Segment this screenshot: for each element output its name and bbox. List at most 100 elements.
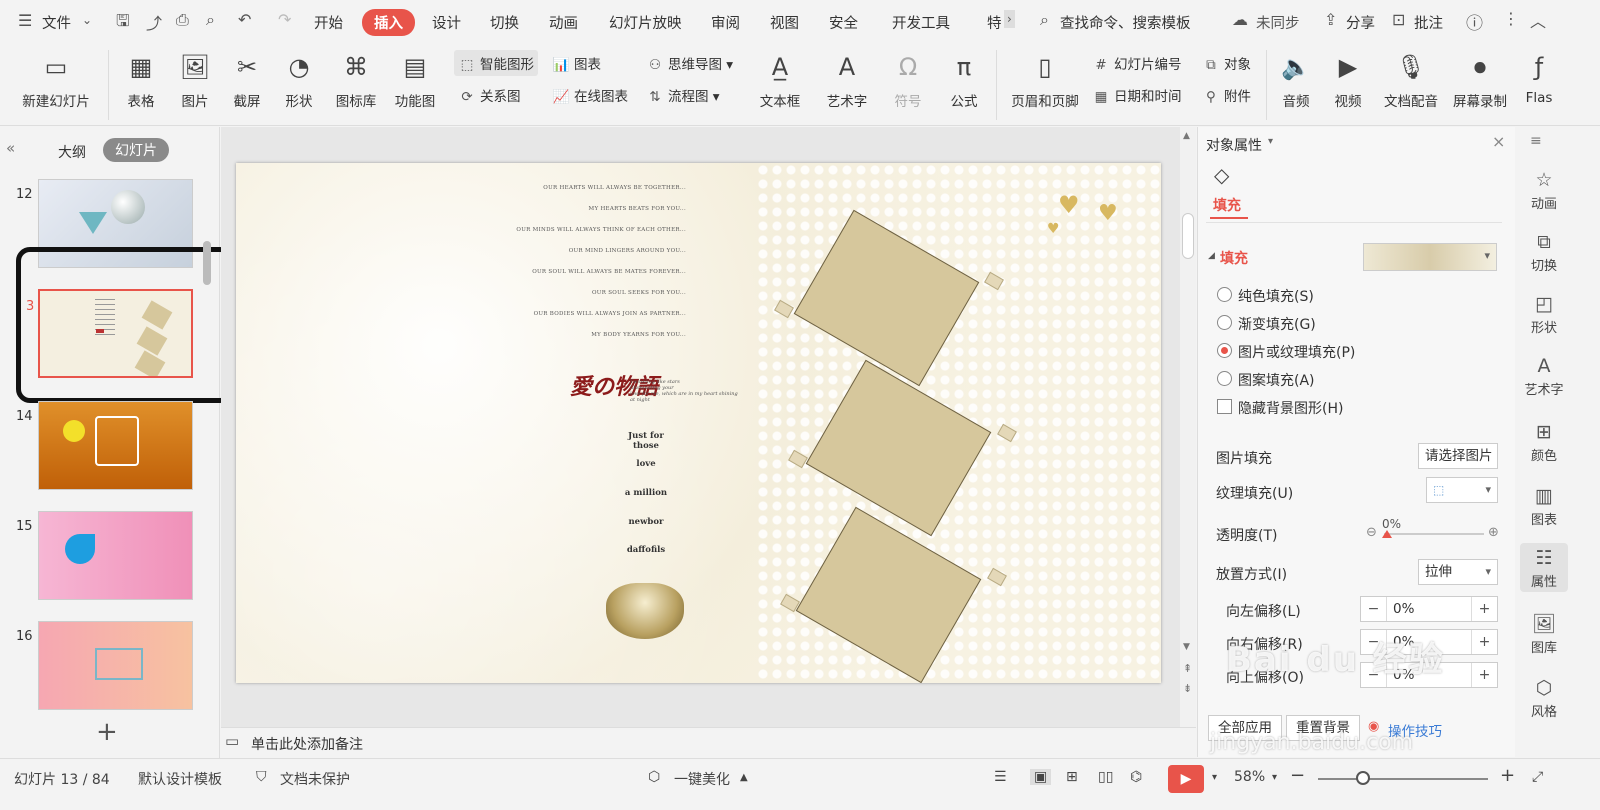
scroll-up-icon[interactable]: ▲ xyxy=(1183,131,1190,141)
tab-view[interactable]: 视图 xyxy=(770,12,799,33)
header-footer-button[interactable]: ▯ 页眉和页脚 xyxy=(1002,50,1088,110)
symbol-button[interactable]: Ω 符号 xyxy=(884,50,932,110)
sidebar-style[interactable]: ⬡ 风格 xyxy=(1520,675,1568,720)
file-menu[interactable]: 文件 xyxy=(42,12,71,33)
flash-button[interactable]: ƒ Flas xyxy=(1520,50,1558,106)
print-preview-icon[interactable]: ⌕ xyxy=(206,10,215,30)
plus-icon[interactable]: + xyxy=(1471,630,1497,654)
word-art-button[interactable]: A 艺术字 xyxy=(818,50,876,110)
share-button[interactable]: 分享 xyxy=(1346,12,1375,33)
shape-button[interactable]: ◔ 形状 xyxy=(276,50,322,110)
normal-view-icon[interactable]: ▣ xyxy=(1030,769,1052,785)
comment-button[interactable]: 批注 xyxy=(1414,12,1443,33)
redo-icon[interactable]: ↷ xyxy=(278,10,291,29)
mind-map-button[interactable]: ⚇ 思维导图 ▾ xyxy=(646,53,733,73)
collapse-pane-icon[interactable]: « xyxy=(6,139,15,157)
minus-icon[interactable]: − xyxy=(1361,597,1387,621)
canvas-scrollbar[interactable]: ▲ ▼ ⇞ ⇟ xyxy=(1180,127,1196,727)
slide-thumbnail-13[interactable] xyxy=(38,289,193,378)
chart-button[interactable]: 📊 图表 xyxy=(552,53,601,73)
tab-insert[interactable]: 插入 xyxy=(362,9,415,36)
sidebar-shape[interactable]: ◰ 形状 xyxy=(1520,291,1568,336)
zoom-slider-handle[interactable] xyxy=(1356,771,1370,785)
radio-pattern-fill[interactable] xyxy=(1217,371,1232,386)
date-time-button[interactable]: ▦ 日期和时间 xyxy=(1092,85,1182,105)
screenshot-button[interactable]: ✂ 截屏 xyxy=(224,50,270,110)
tab-security[interactable]: 安全 xyxy=(829,12,858,33)
attachment-button[interactable]: ⚲ 附件 xyxy=(1202,85,1251,105)
section-collapse-icon[interactable]: ◢ xyxy=(1208,251,1215,261)
brush-icon[interactable]: ⤴ xyxy=(146,10,162,34)
tab-developer[interactable]: 开发工具 xyxy=(892,12,950,33)
tab-transition[interactable]: 切换 xyxy=(490,12,519,33)
sidebar-color[interactable]: ⊞ 颜色 xyxy=(1520,419,1568,464)
texture-dropdown[interactable]: ⬚ xyxy=(1426,477,1498,503)
reading-view-icon[interactable]: ▯▯ xyxy=(1098,769,1113,785)
notes-toggle-icon[interactable]: ☰ xyxy=(994,769,1007,785)
slide-thumbnail-15[interactable] xyxy=(38,511,193,600)
undo-icon[interactable]: ↶ xyxy=(238,10,251,29)
chevron-down-icon[interactable]: ⌄ xyxy=(82,13,92,27)
decrease-icon[interactable]: ⊖ xyxy=(1366,525,1377,540)
tab-scroll-right-icon[interactable]: › xyxy=(1004,10,1015,28)
sidebar-transition[interactable]: ⧉ 切换 xyxy=(1520,229,1568,274)
tab-start[interactable]: 开始 xyxy=(314,12,343,33)
panel-title[interactable]: 对象属性 xyxy=(1206,135,1262,155)
relation-chart-button[interactable]: ⟳ 关系图 xyxy=(458,85,520,105)
help-icon[interactable]: ⓘ xyxy=(1466,9,1483,34)
plus-icon[interactable]: + xyxy=(1471,663,1497,687)
radio-picture-fill[interactable] xyxy=(1217,343,1232,358)
transparency-slider[interactable] xyxy=(1384,533,1484,535)
textbox-button[interactable]: A̲ 文本框 xyxy=(750,50,810,110)
sidebar-chart[interactable]: ▥ 图表 xyxy=(1520,483,1568,528)
audio-button[interactable]: 🔈 音频 xyxy=(1272,50,1320,110)
next-slide-icon[interactable]: ⇟ xyxy=(1183,682,1192,695)
notes-bar[interactable]: ▭ 单击此处添加备注 xyxy=(221,727,1196,757)
tab-fill[interactable]: 填充 xyxy=(1213,195,1241,215)
tab-review[interactable]: 审阅 xyxy=(711,12,740,33)
print-icon[interactable]: ⎙ xyxy=(176,10,189,30)
tab-animation[interactable]: 动画 xyxy=(549,12,578,33)
tab-slides[interactable]: 幻灯片 xyxy=(103,138,169,162)
design-template[interactable]: 默认设计模板 xyxy=(138,769,222,789)
fit-window-icon[interactable]: ⤢ xyxy=(1532,769,1543,785)
chevron-down-icon[interactable]: ▾ xyxy=(1272,772,1277,783)
sync-status[interactable]: 未同步 xyxy=(1256,12,1300,33)
beautify-button[interactable]: 一键美化 xyxy=(674,769,730,789)
sidebar-word-art[interactable]: A 艺术字 xyxy=(1520,353,1568,398)
play-icon[interactable]: ▶ xyxy=(1168,765,1204,793)
placement-dropdown[interactable]: 拉伸 xyxy=(1418,559,1498,585)
collapse-ribbon-icon[interactable]: ︿ xyxy=(1530,8,1546,32)
prev-slide-icon[interactable]: ⇞ xyxy=(1183,662,1192,675)
pane-scrollbar[interactable] xyxy=(203,241,211,285)
zoom-out-icon[interactable]: − xyxy=(1290,765,1305,786)
icon-library-button[interactable]: ⌘ 图标库 xyxy=(330,50,382,110)
object-button[interactable]: ⧉ 对象 xyxy=(1202,53,1251,73)
tab-slideshow[interactable]: 幻灯片放映 xyxy=(609,12,682,33)
plus-icon[interactable]: + xyxy=(1471,597,1497,621)
doc-voice-button[interactable]: 🎙 文档配音 xyxy=(1380,50,1442,110)
tab-design[interactable]: 设计 xyxy=(432,12,461,33)
search-icon[interactable]: ⌕ xyxy=(1040,10,1049,30)
chevron-down-icon[interactable]: ▾ xyxy=(1212,772,1217,783)
more-icon[interactable]: ⋮ xyxy=(1503,9,1519,28)
add-slide-icon[interactable]: + xyxy=(96,717,118,747)
chevron-up-icon[interactable]: ▲ xyxy=(740,772,748,783)
choose-picture-button[interactable]: 请选择图片 xyxy=(1418,443,1498,469)
scroll-thumb[interactable] xyxy=(1182,213,1194,259)
new-slide-button[interactable]: ▭ 新建幻灯片 xyxy=(12,50,100,110)
hide-bg-checkbox[interactable] xyxy=(1217,399,1232,414)
sidebar-properties[interactable]: ☷ 属性 xyxy=(1520,543,1568,592)
slide-thumbnail-14[interactable] xyxy=(38,401,193,490)
offset-left-stepper[interactable]: − 0% + xyxy=(1360,596,1498,622)
hamburger-icon[interactable]: ☰ xyxy=(18,11,32,30)
close-icon[interactable]: × xyxy=(1492,132,1505,151)
zoom-level[interactable]: 58% xyxy=(1234,769,1265,785)
formula-button[interactable]: π 公式 xyxy=(940,50,988,110)
video-button[interactable]: ▶ 视频 xyxy=(1324,50,1372,110)
notes-placeholder[interactable]: 单击此处添加备注 xyxy=(251,734,363,754)
presenter-view-icon[interactable]: ⌬ xyxy=(1130,769,1142,785)
search-command[interactable]: 查找命令、搜索模板 xyxy=(1060,12,1191,33)
sidebar-gallery[interactable]: 🖼 图库 xyxy=(1520,611,1568,656)
picture-button[interactable]: 🖼 图片 xyxy=(172,50,218,110)
